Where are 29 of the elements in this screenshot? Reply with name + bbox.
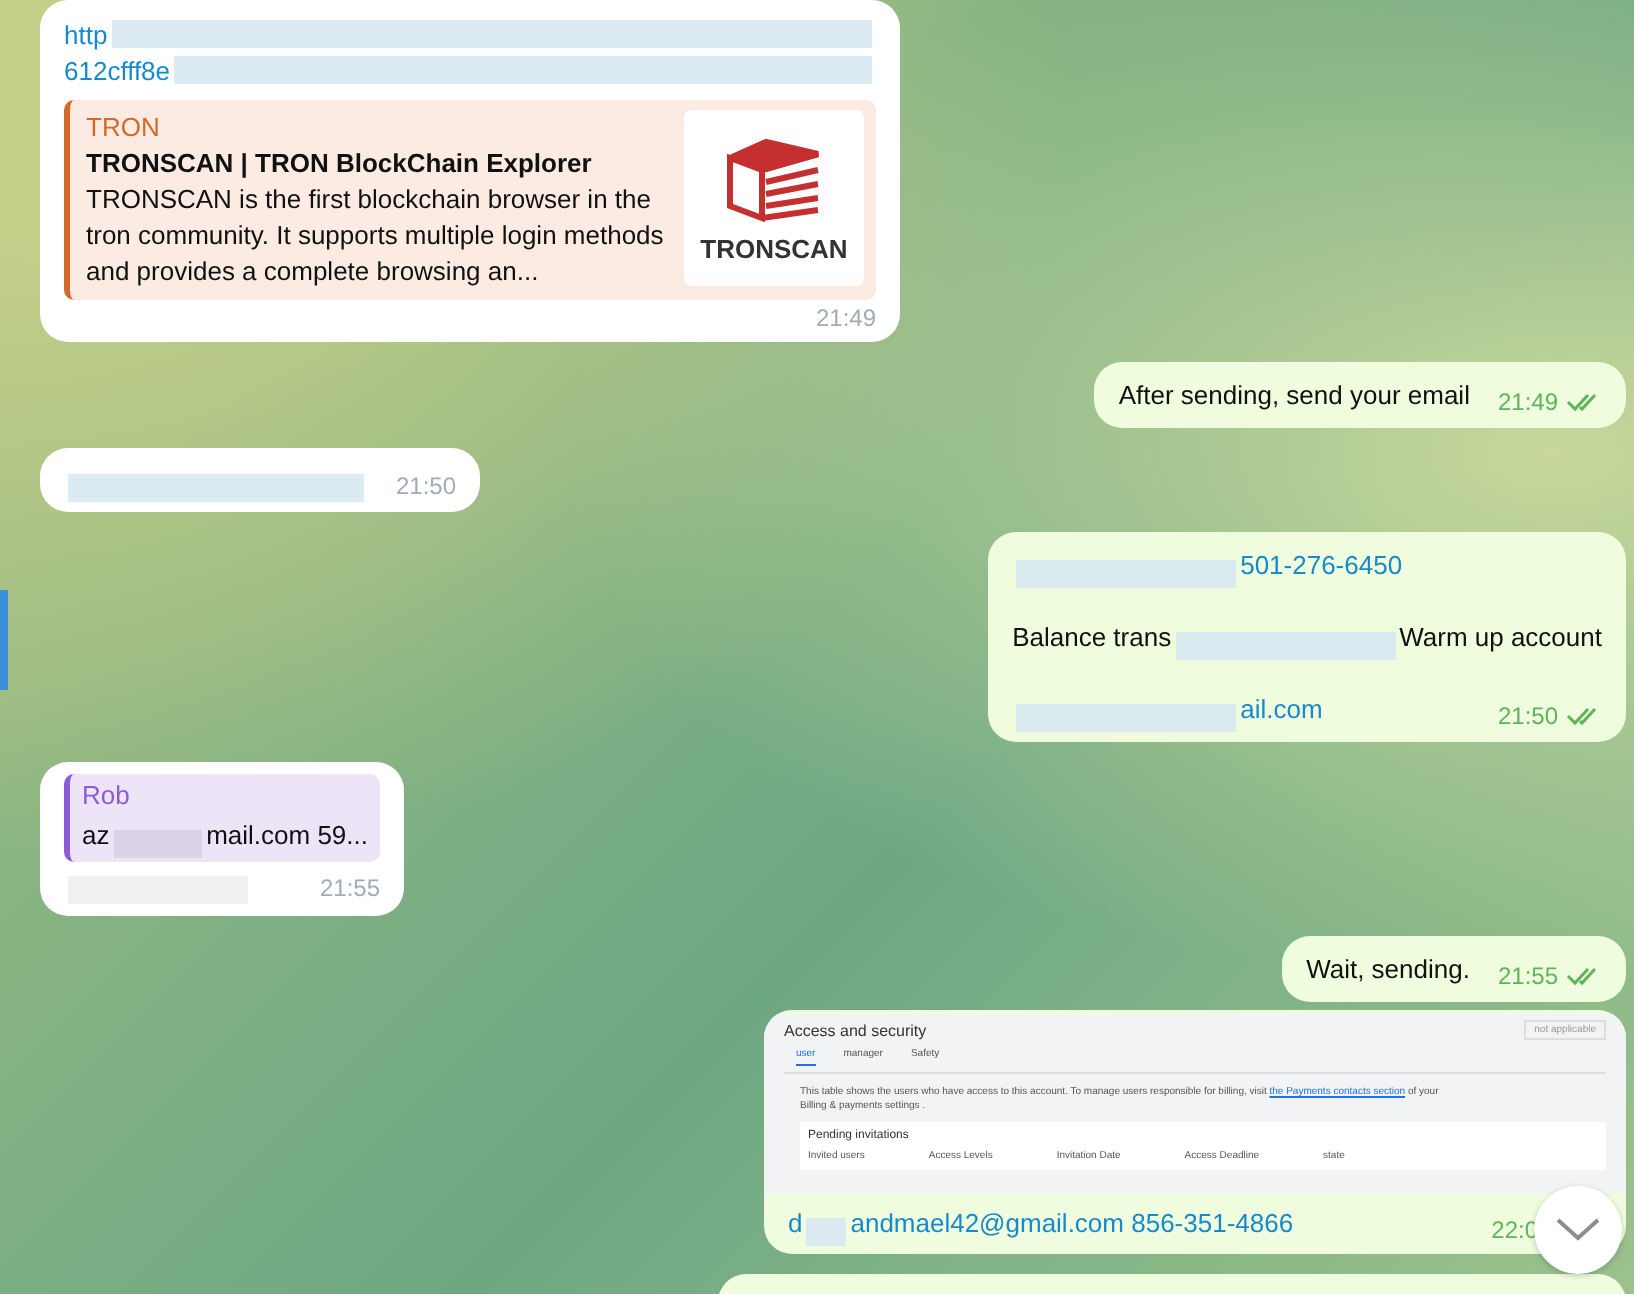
quote-text: az <box>82 818 110 854</box>
message-text: Warm up account <box>1399 620 1602 656</box>
quote-text: mail.com 59... <box>206 818 368 854</box>
preview-title: TRONSCAN | TRON BlockChain Explorer <box>86 146 594 182</box>
message-text: After sending, send your email <box>1118 378 1470 414</box>
link[interactable]: 612cfff8e <box>64 55 171 85</box>
link[interactable]: 501-276-6450 <box>1240 544 1403 588</box>
preview-description: TRONSCAN is the first blockchain browser in the tron community. It supports multiple login methods and provides a complete browsing an... <box>86 182 666 290</box>
message-time: 21:55 <box>1497 962 1558 990</box>
link-preview-card[interactable]: TRON TRONSCAN | TRON BlockChain Explorer TRONSCAN is the first blockchain browser in the tron community. It supports multiple login methods and provides a complete browsing an... TRONSCAN <box>64 100 876 300</box>
link[interactable]: d <box>788 1202 803 1246</box>
message-time: 21:50 <box>1497 702 1558 730</box>
reply-quote[interactable]: Rob az mail.com 59... <box>64 774 380 862</box>
link[interactable]: ail.com <box>1240 688 1323 732</box>
message-text: Balance trans <box>1012 620 1172 656</box>
sidebar-edge <box>0 590 8 690</box>
logo-text: TRONSCAN <box>700 233 848 263</box>
screenshot-image[interactable] <box>764 1014 1626 1194</box>
message-time: 21:55 <box>319 874 380 902</box>
message-time: 21:49 <box>1497 388 1558 416</box>
chevron-down-icon <box>1556 1218 1600 1242</box>
page-title: Access and security <box>784 1021 927 1039</box>
message-time: 21:49 <box>815 304 876 332</box>
site-name: TRON <box>86 110 162 146</box>
link[interactable]: andmael42@gmail.com 856-351-4866 <box>850 1202 1294 1246</box>
link[interactable]: http <box>64 19 108 49</box>
sender-name: Rob <box>82 778 132 814</box>
message-text: Wait, sending. <box>1306 952 1470 988</box>
message-time: 21:50 <box>395 472 456 500</box>
